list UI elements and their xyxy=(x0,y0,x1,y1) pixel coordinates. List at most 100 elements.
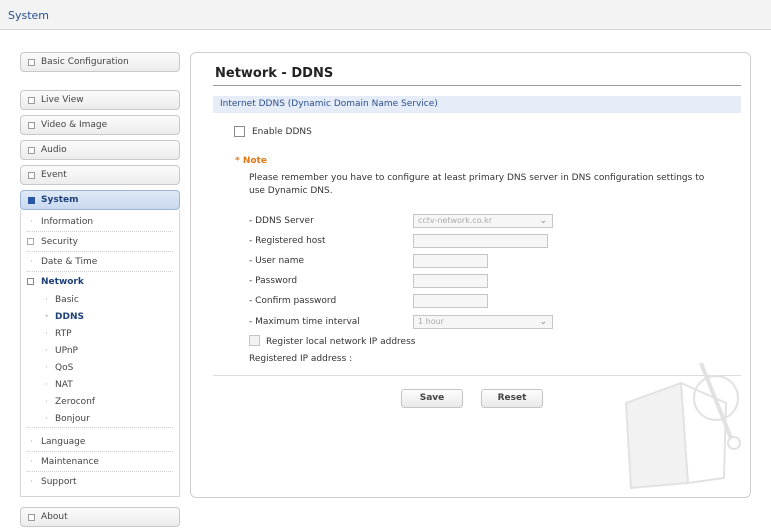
sidebar-subitem-label: QoS xyxy=(55,363,74,373)
sidebar-item-language[interactable]: · Language xyxy=(27,432,173,452)
max-interval-select[interactable]: 1 hour ⌄ xyxy=(413,315,553,329)
sidebar: Basic Configuration Live View Video & Im… xyxy=(20,52,180,527)
sidebar-subitem-upnp[interactable]: · UPnP xyxy=(27,343,173,360)
confirm-password-label: - Confirm password xyxy=(249,296,337,306)
sidebar-label: Event xyxy=(41,170,67,180)
ddns-server-select[interactable]: cctv-network.co.kr ⌄ xyxy=(413,214,553,228)
square-icon xyxy=(28,122,35,129)
sidebar-basic-configuration[interactable]: Basic Configuration xyxy=(20,52,180,72)
expand-icon xyxy=(27,238,34,245)
bullet-icon: · xyxy=(45,346,48,356)
sidebar-live-view[interactable]: Live View xyxy=(20,90,180,110)
main-panel: Network - DDNS Internet DDNS (Dynamic Do… xyxy=(190,52,751,498)
sidebar-item-label: Network xyxy=(41,277,84,287)
sidebar-subitem-label: Bonjour xyxy=(55,414,90,424)
password-input[interactable] xyxy=(413,274,488,288)
sidebar-subitem-bonjour[interactable]: · Bonjour xyxy=(27,411,173,428)
sidebar-subitem-label: Basic xyxy=(55,295,79,305)
system-subnav: · Information Security · Date & Time Net… xyxy=(20,210,180,497)
register-local-ip-checkbox[interactable] xyxy=(249,335,260,346)
enable-ddns-checkbox[interactable] xyxy=(234,126,245,137)
user-name-label: - User name xyxy=(249,256,305,266)
note-text: Please remember you have to configure at… xyxy=(249,173,705,196)
sidebar-event[interactable]: Event xyxy=(20,165,180,185)
sidebar-item-security[interactable]: Security xyxy=(27,232,173,252)
top-bar: System xyxy=(0,0,771,30)
sidebar-audio[interactable]: Audio xyxy=(20,140,180,160)
save-button[interactable]: Save xyxy=(401,389,463,408)
sidebar-label: Live View xyxy=(41,95,84,105)
sidebar-subitem-qos[interactable]: · QoS xyxy=(27,360,173,377)
user-name-input[interactable] xyxy=(413,254,488,268)
chevron-down-icon: ⌄ xyxy=(539,317,547,327)
sidebar-subitem-zeroconf[interactable]: · Zeroconf xyxy=(27,394,173,411)
square-icon xyxy=(28,197,35,204)
sidebar-system[interactable]: System xyxy=(20,190,180,210)
sidebar-subitem-rtp[interactable]: · RTP xyxy=(27,326,173,343)
square-icon xyxy=(28,147,35,154)
sidebar-label: System xyxy=(41,195,79,205)
bullet-icon: · xyxy=(30,457,33,467)
sidebar-subitem-ddns[interactable]: · DDNS xyxy=(27,309,173,326)
reset-button[interactable]: Reset xyxy=(481,389,543,408)
bullet-icon: · xyxy=(45,380,48,390)
confirm-password-input[interactable] xyxy=(413,294,488,308)
sidebar-item-information[interactable]: · Information xyxy=(27,212,173,232)
square-icon xyxy=(28,97,35,104)
sidebar-subitem-label: UPnP xyxy=(55,346,78,356)
ddns-server-value: cctv-network.co.kr xyxy=(418,216,492,225)
sidebar-subitem-nat[interactable]: · NAT xyxy=(27,377,173,394)
title-divider xyxy=(213,85,741,86)
sidebar-subitem-label: NAT xyxy=(55,380,73,390)
register-local-ip-label: Register local network IP address xyxy=(266,337,416,347)
sidebar-item-maintenance[interactable]: · Maintenance xyxy=(27,452,173,472)
bullet-icon: · xyxy=(30,257,33,267)
bullet-icon: · xyxy=(45,329,48,339)
section-header: Internet DDNS (Dynamic Domain Name Servi… xyxy=(213,96,741,113)
registered-host-input[interactable] xyxy=(413,234,548,248)
sidebar-item-label: Security xyxy=(41,237,78,247)
sidebar-item-label: Language xyxy=(41,437,86,447)
ddns-server-label: - DDNS Server xyxy=(249,216,314,226)
sidebar-item-label: Date & Time xyxy=(41,257,98,267)
sidebar-label: Audio xyxy=(41,145,67,155)
password-label: - Password xyxy=(249,276,298,286)
sidebar-subitem-basic[interactable]: · Basic xyxy=(27,292,173,309)
collapse-icon xyxy=(27,278,34,285)
bullet-icon: · xyxy=(45,295,48,305)
bullet-icon: · xyxy=(45,363,48,373)
square-icon xyxy=(28,514,35,521)
sidebar-subitem-label: RTP xyxy=(55,329,72,339)
sidebar-item-label: Support xyxy=(41,477,77,487)
bullet-icon: · xyxy=(30,477,33,487)
sidebar-item-date-time[interactable]: · Date & Time xyxy=(27,252,173,272)
sidebar-label: About xyxy=(41,512,68,522)
max-interval-value: 1 hour xyxy=(418,317,444,326)
bullet-icon: · xyxy=(30,217,33,227)
bullet-icon: · xyxy=(45,397,48,407)
sidebar-item-label: Information xyxy=(41,217,94,227)
page-header-title: System xyxy=(8,9,50,22)
watermark-tools-graphic xyxy=(624,362,741,490)
bullet-icon: · xyxy=(45,312,49,322)
registered-host-label: - Registered host xyxy=(249,236,326,246)
enable-ddns-label: Enable DDNS xyxy=(252,127,312,137)
registered-ip-label: Registered IP address : xyxy=(249,354,353,364)
bullet-icon: · xyxy=(30,437,33,447)
sidebar-item-label: Maintenance xyxy=(41,457,99,467)
sidebar-about[interactable]: About xyxy=(20,507,180,527)
square-icon xyxy=(28,172,35,179)
chevron-down-icon: ⌄ xyxy=(539,216,547,226)
sidebar-item-network[interactable]: Network xyxy=(27,272,173,292)
sidebar-video-image[interactable]: Video & Image xyxy=(20,115,180,135)
sidebar-subitem-label: Zeroconf xyxy=(55,397,96,407)
sidebar-subitem-label: DDNS xyxy=(55,312,84,322)
page-title: Network - DDNS xyxy=(215,66,334,81)
bullet-icon: · xyxy=(45,414,48,424)
sidebar-item-support[interactable]: · Support xyxy=(27,472,173,492)
square-icon xyxy=(28,59,35,66)
max-interval-label: - Maximum time interval xyxy=(249,317,360,327)
sidebar-label: Basic Configuration xyxy=(41,57,129,67)
sidebar-label: Video & Image xyxy=(41,120,108,130)
note-title: * Note xyxy=(235,156,267,166)
